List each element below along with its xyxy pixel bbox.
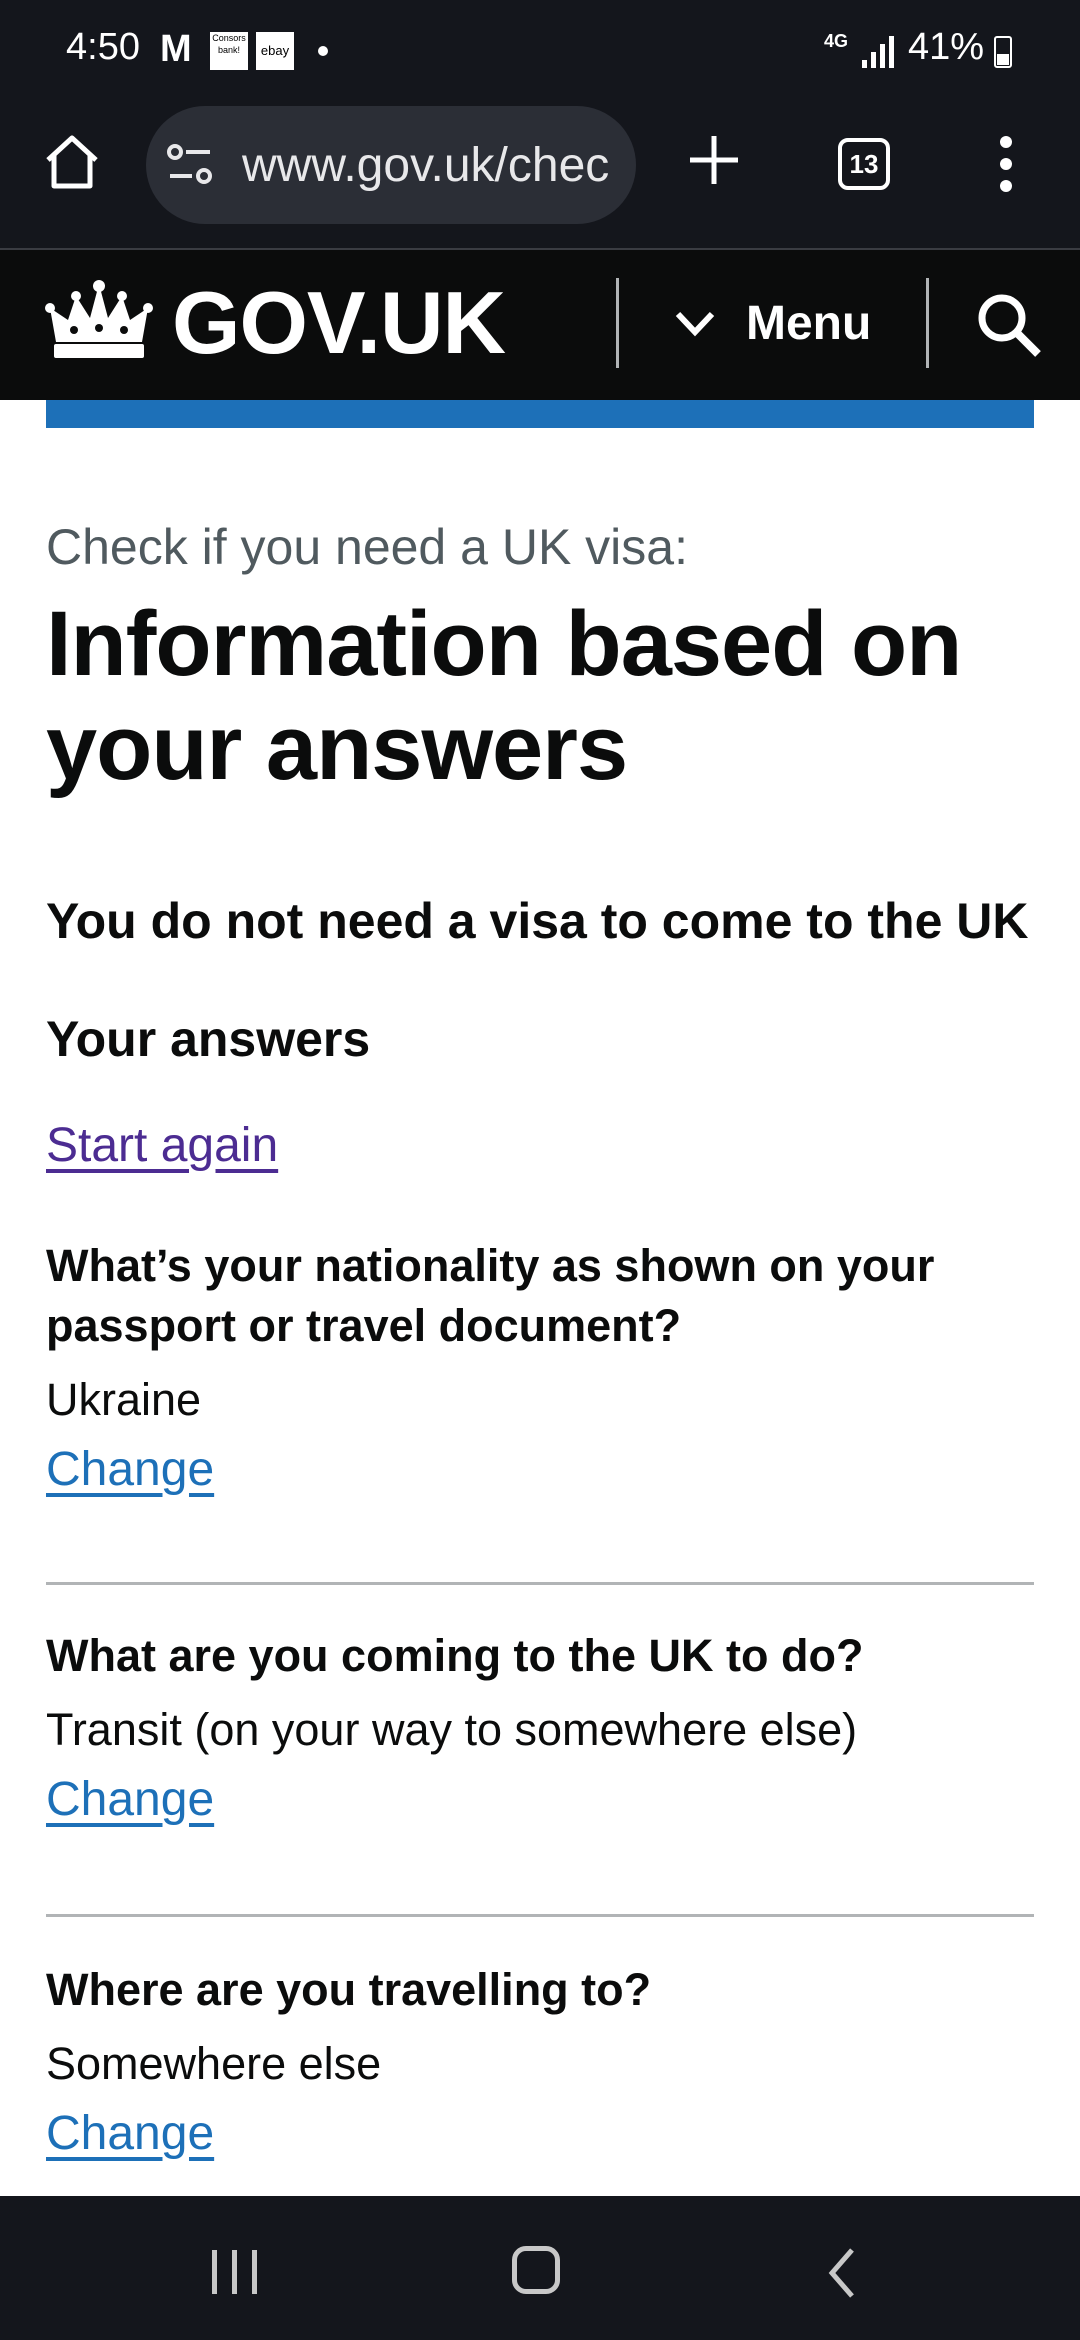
change-destination-link[interactable]: Change [46, 2106, 214, 2161]
ebay-notification-icon: ebay [256, 32, 294, 70]
page-caption: Check if you need a UK visa: [46, 519, 688, 575]
question-text: What are you coming to the UK to do? [46, 1630, 864, 1681]
home-button-icon[interactable] [512, 2246, 560, 2294]
govuk-logo-text[interactable]: GOV.UK [172, 272, 506, 374]
browser-toolbar: www.gov.uk/chec 13 [0, 100, 1080, 250]
more-notifications-dot-icon [318, 46, 328, 56]
header-divider [926, 278, 929, 368]
question-text: Where are you travelling to? [46, 1964, 652, 2015]
change-nationality-link[interactable]: Change [46, 1442, 214, 1497]
answer-divider [46, 1914, 1034, 1917]
answer-row-destination: Where are you travelling to? Somewhere e… [46, 1960, 1034, 2160]
answer-row-nationality: What’s your nationality as shown on your… [46, 1236, 1034, 1496]
more-options-icon[interactable] [994, 136, 1018, 196]
answers-heading: Your answers [46, 1011, 371, 1067]
answer-text: Transit (on your way to somewhere else) [46, 1704, 858, 1755]
tab-switcher-button[interactable]: 13 [838, 138, 890, 190]
site-settings-icon[interactable] [166, 142, 216, 188]
crown-logo-icon[interactable] [44, 278, 154, 364]
answer-row-purpose: What are you coming to the UK to do? Tra… [46, 1626, 1034, 1826]
gmail-icon: M [160, 28, 192, 70]
recent-apps-icon[interactable] [212, 2250, 262, 2294]
new-tab-icon[interactable] [684, 130, 744, 190]
header-divider [616, 278, 619, 368]
outcome-heading: You do not need a visa to come to the UK [46, 893, 1029, 949]
answer-text: Somewhere else [46, 2038, 382, 2089]
govuk-header: GOV.UK Menu [0, 250, 1080, 400]
network-type: 4G [824, 31, 849, 51]
signal-strength-icon [862, 34, 898, 68]
battery-icon [994, 36, 1012, 68]
change-purpose-link[interactable]: Change [46, 1772, 214, 1827]
answer-text: Ukraine [46, 1374, 202, 1425]
consorsbank-notification-icon: Consors bank! [210, 32, 248, 70]
question-text: What’s your nationality as shown on your… [46, 1240, 935, 1351]
chevron-down-icon [675, 311, 715, 337]
search-icon[interactable] [974, 290, 1044, 360]
status-bar: 4:50 M Consors bank! ebay 4G 41% [0, 0, 1080, 100]
system-navigation-bar [0, 2196, 1080, 2340]
start-again-link[interactable]: Start again [46, 1118, 278, 1173]
battery-percentage: 41% [908, 26, 985, 68]
back-icon[interactable] [824, 2246, 860, 2300]
answer-divider [46, 1582, 1034, 1585]
url-text[interactable]: www.gov.uk/chec [242, 138, 622, 193]
menu-label: Menu [746, 297, 872, 350]
status-time: 4:50 [66, 26, 140, 68]
home-icon[interactable] [40, 130, 104, 194]
page-title: Information based on your answers [46, 593, 962, 799]
address-bar[interactable]: www.gov.uk/chec [146, 106, 636, 224]
header-blue-bar [46, 400, 1034, 428]
